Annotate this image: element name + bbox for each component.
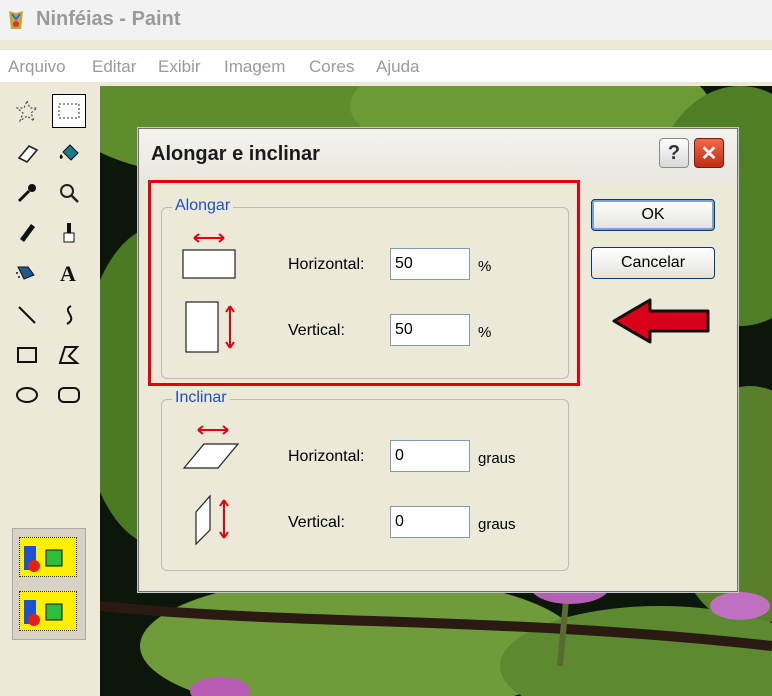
rectangle-tool-icon[interactable] <box>10 338 44 372</box>
menu-editar[interactable]: Editar <box>92 57 136 77</box>
highlight-annotation-box <box>148 180 580 386</box>
brush-tool-icon[interactable] <box>52 216 86 250</box>
skew-horizontal-input[interactable]: 0 <box>390 440 470 472</box>
skew-vertical-input[interactable]: 0 <box>390 506 470 538</box>
menu-ajuda[interactable]: Ajuda <box>376 57 419 77</box>
curve-tool-icon[interactable] <box>52 298 86 332</box>
eraser-tool-icon[interactable] <box>10 136 44 170</box>
ellipse-tool-icon[interactable] <box>10 378 44 412</box>
line-tool-icon[interactable] <box>10 298 44 332</box>
polygon-tool-icon[interactable] <box>52 338 86 372</box>
airbrush-tool-icon[interactable] <box>10 256 44 290</box>
skew-group-label: Inclinar <box>172 389 230 407</box>
menu-bar: Arquivo Editar Exibir Imagem Cores Ajuda <box>0 50 772 82</box>
skew-vertical-unit: graus <box>478 516 516 533</box>
skew-horizontal-unit: graus <box>478 450 516 467</box>
svg-text:A: A <box>60 261 76 285</box>
ok-button[interactable]: OK <box>591 199 715 231</box>
magnifier-tool-icon[interactable] <box>52 176 86 210</box>
pencil-tool-icon[interactable] <box>10 216 44 250</box>
tool-options-panel <box>12 528 86 640</box>
cancel-button[interactable]: Cancelar <box>591 247 715 279</box>
fill-bucket-tool-icon[interactable] <box>52 136 86 170</box>
skew-vertical-label: Vertical: <box>288 514 345 531</box>
dialog-title: Alongar e inclinar <box>151 143 320 165</box>
menu-exibir[interactable]: Exibir <box>158 57 201 77</box>
color-picker-tool-icon[interactable] <box>10 176 44 210</box>
window-title: Ninféias - Paint <box>36 8 181 30</box>
rect-select-tool-icon[interactable] <box>52 94 86 128</box>
close-button[interactable]: ✕ <box>694 138 724 168</box>
skew-group: Inclinar Horizontal: 0 graus Vertical: 0… <box>161 389 569 571</box>
dialog-titlebar: Alongar e inclinar ? ✕ <box>139 129 737 183</box>
free-select-tool-icon[interactable] <box>10 94 44 128</box>
text-tool-icon[interactable]: A <box>52 256 86 290</box>
skew-horizontal-icon <box>182 425 240 469</box>
window-titlebar: Ninféias - Paint <box>0 0 772 40</box>
paint-app-icon <box>9 11 23 29</box>
menu-arquivo[interactable]: Arquivo <box>8 57 66 77</box>
transparent-background-option-icon[interactable] <box>19 591 77 631</box>
rounded-rectangle-tool-icon[interactable] <box>52 378 86 412</box>
menu-imagem[interactable]: Imagem <box>224 57 285 77</box>
opaque-background-option-icon[interactable] <box>19 537 77 577</box>
red-arrow-annotation-icon <box>612 298 710 344</box>
menu-cores[interactable]: Cores <box>309 57 354 77</box>
skew-horizontal-label: Horizontal: <box>288 448 365 465</box>
skew-vertical-icon <box>195 494 229 546</box>
toolbox: A <box>0 88 100 696</box>
help-button[interactable]: ? <box>659 138 689 168</box>
